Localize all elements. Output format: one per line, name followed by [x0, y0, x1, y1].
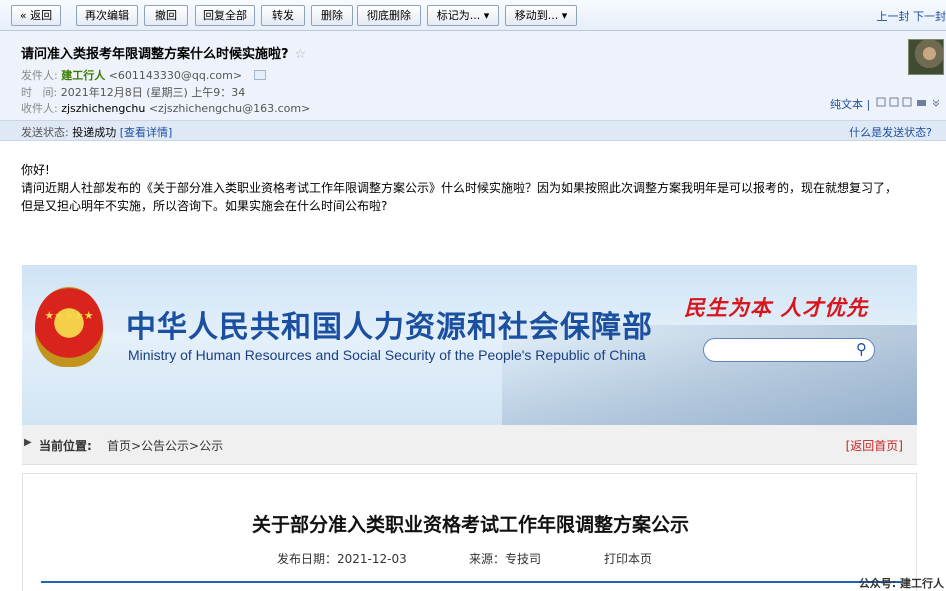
- delivery-status: 发送状态: 投递成功 [查看详情]: [21, 124, 172, 140]
- reply-all-button[interactable]: 回复全部: [195, 5, 255, 26]
- contact-card-icon[interactable]: [253, 70, 266, 80]
- time-row: 时 间: 2021年12月8日 (星期三) 上午9：34: [21, 84, 245, 100]
- email-header: 请问准入类报考年限调整方案什么时候实施啦? ☆ 发件人: 建工行人 <601143…: [0, 31, 946, 120]
- delivery-status-bar: 发送状态: 投递成功 [查看详情] 什么是发送状态?: [0, 120, 946, 141]
- star-icon[interactable]: ☆: [295, 47, 307, 62]
- national-emblem-icon: ★★★★★: [35, 287, 103, 367]
- back-home-link[interactable]: [返回首页]: [846, 437, 903, 454]
- breadcrumb-path[interactable]: 首页>公告公示>公示: [107, 437, 223, 454]
- article-divider: [41, 581, 901, 583]
- article-panel: 关于部分准入类职业资格考试工作年限调整方案公示 发布日期：2021-12-03 …: [22, 473, 917, 591]
- mail-toolbar: « 返回 再次编辑 撤回 回复全部 转发 删除 彻底删除 标记为... ▾ 移动…: [0, 0, 946, 31]
- triangle-icon: ▶: [24, 437, 32, 448]
- greeting-text: 你好!: [21, 163, 50, 177]
- body-line-1: 请问近期人社部发布的《关于部分准入类职业资格考试工作年限调整方案公示》什么时候实…: [21, 181, 898, 195]
- permanent-delete-button[interactable]: 彻底删除: [357, 5, 421, 26]
- time-label: 时 间:: [21, 86, 58, 99]
- recall-button[interactable]: 撤回: [144, 5, 188, 26]
- back-button[interactable]: « 返回: [11, 5, 61, 26]
- plain-text-link[interactable]: 纯文本 |: [830, 96, 870, 112]
- breadcrumb: ▶ 当前位置: 首页>公告公示>公示 [返回首页]: [22, 425, 917, 465]
- move-to-dropdown[interactable]: 移动到... ▾: [505, 5, 577, 26]
- status-help-link[interactable]: 什么是发送状态?: [849, 124, 932, 140]
- print-page-link[interactable]: 打印本页: [604, 550, 652, 567]
- email-subject: 请问准入类报考年限调整方案什么时候实施啦? ☆: [21, 43, 306, 62]
- ministry-title-en: Ministry of Human Resources and Social S…: [128, 347, 646, 363]
- time-value: 2021年12月8日 (星期三) 上午9：34: [60, 86, 246, 99]
- status-label: 发送状态:: [21, 126, 69, 139]
- article-source: 来源：专技司: [469, 552, 542, 566]
- recipient-name[interactable]: zjszhichengchu: [61, 102, 145, 115]
- view-mode-icons[interactable]: [876, 97, 942, 107]
- watermark-text: 公众号: 建工行人: [858, 577, 944, 590]
- re-edit-button[interactable]: 再次编辑: [76, 5, 138, 26]
- article-title: 关于部分准入类职业资格考试工作年限调整方案公示: [251, 514, 689, 536]
- prev-next-links[interactable]: 上一封 下一封: [877, 8, 946, 24]
- print-tools-icons[interactable]: [876, 97, 942, 110]
- subject-text: 请问准入类报考年限调整方案什么时候实施啦?: [21, 47, 289, 62]
- breadcrumb-label: 当前位置:: [39, 439, 92, 453]
- from-row: 发件人: 建工行人 <601143330@qq.com>: [21, 67, 266, 83]
- ministry-slogan: 民生为本 人才优先: [684, 295, 869, 320]
- email-body: 你好! 请问近期人社部发布的《关于部分准入类职业资格考试工作年限调整方案公示》什…: [21, 161, 946, 215]
- status-details-link[interactable]: [查看详情]: [120, 126, 173, 139]
- publish-date: 发布日期：2021-12-03: [277, 552, 407, 566]
- recipient-address: <zjszhichengchu@163.com>: [148, 102, 311, 115]
- status-value: 投递成功: [72, 126, 117, 139]
- ministry-banner: ★★★★★ 中华人民共和国人力资源和社会保障部 Ministry of Huma…: [22, 265, 917, 425]
- sender-name[interactable]: 建工行人: [61, 69, 105, 82]
- to-label: 收件人:: [21, 102, 58, 115]
- body-line-2: 但是又担心明年不实施，所以咨询下。如果实施会在什么时间公布啦?: [21, 199, 388, 213]
- delete-button[interactable]: 删除: [311, 5, 353, 26]
- sender-address: <601143330@qq.com>: [108, 69, 243, 82]
- search-icon[interactable]: ⚲: [856, 340, 867, 358]
- site-search-input[interactable]: ⚲: [703, 338, 875, 362]
- ministry-title-cn: 中华人民共和国人力资源和社会保障部: [126, 310, 653, 345]
- sender-avatar: [908, 39, 944, 75]
- from-label: 发件人:: [21, 69, 58, 82]
- to-row: 收件人: zjszhichengchu <zjszhichengchu@163.…: [21, 100, 310, 116]
- forward-button[interactable]: 转发: [261, 5, 305, 26]
- mark-as-dropdown[interactable]: 标记为... ▾: [427, 5, 499, 26]
